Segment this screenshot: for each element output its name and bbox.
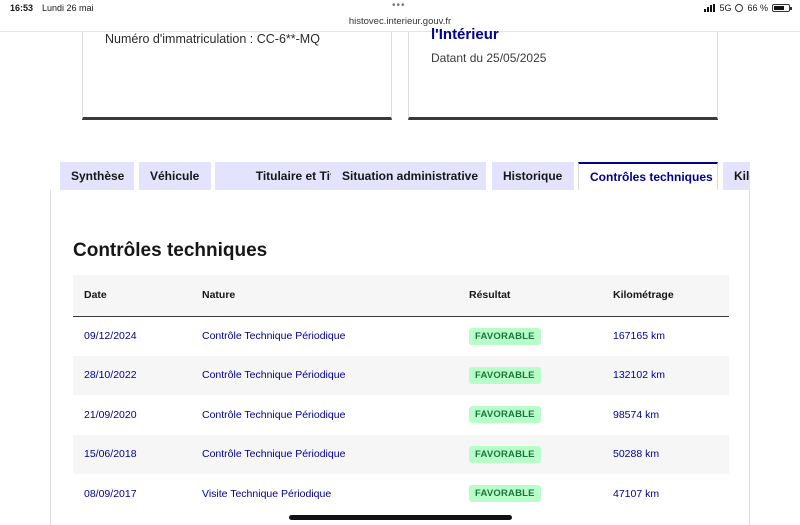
table-row: 28/10/2022 Contrôle Technique Périodique… <box>73 355 729 395</box>
row-mileage: 98574 km <box>613 408 660 421</box>
table-row: 08/09/2017 Visite Technique Périodique F… <box>73 474 729 514</box>
table-row: 15/06/2018 Contrôle Technique Périodique… <box>73 434 729 474</box>
table-header-row: Date Nature Résultat Kilométrage <box>73 275 729 316</box>
header-nature: Nature <box>202 289 236 302</box>
row-nature: Contrôle Technique Périodique <box>202 448 346 461</box>
status-time: 16:53 <box>10 3 34 13</box>
inspections-table: Date Nature Résultat Kilométrage 09/12/2… <box>73 275 729 514</box>
result-badge: FAVORABLE <box>469 366 541 384</box>
row-nature: Contrôle Technique Périodique <box>202 369 346 382</box>
address-bar-url[interactable]: histovec.interieur.gouv.fr <box>0 16 800 27</box>
status-bar: 16:53 Lundi 26 mai ••• histovec.interieu… <box>0 0 800 32</box>
row-date: 08/09/2017 <box>84 487 137 500</box>
row-mileage: 167165 km <box>613 330 665 342</box>
result-badge: FAVORABLE <box>469 445 541 463</box>
result-badge: FAVORABLE <box>469 406 541 424</box>
row-nature: Visite Technique Périodique <box>202 487 332 500</box>
status-indicators: 5G 66 % <box>704 3 792 13</box>
row-date: 15/06/2018 <box>84 448 137 461</box>
more-dots-icon[interactable]: ••• <box>392 0 406 11</box>
page: 16:53 Lundi 26 mai ••• histovec.interieu… <box>0 0 800 525</box>
status-date: Lundi 26 mai <box>42 3 94 13</box>
table-row: 09/12/2024 Contrôle Technique Périodique… <box>73 316 729 356</box>
row-date: 09/12/2024 <box>84 330 137 342</box>
network-label: 5G <box>719 3 732 13</box>
tab-bar: Synthèse Véhicule Titulaire et Titre Sit… <box>60 162 750 191</box>
row-mileage: 132102 km <box>613 369 665 382</box>
tab-panel: Contrôles techniques Date Nature Résulta… <box>50 190 750 525</box>
row-mileage: 50288 km <box>613 448 660 461</box>
header-result: Résultat <box>469 289 511 302</box>
registration-card: Numéro d'immatriculation : CC-6**-MQ <box>82 32 392 120</box>
source-card: l'Intérieur Datant du 25/05/2025 <box>408 26 718 120</box>
tab-historique[interactable]: Historique <box>492 162 574 191</box>
battery-label: 66 % <box>747 3 768 13</box>
row-nature: Contrôle Technique Périodique <box>202 408 346 421</box>
tab-controles-techniques[interactable]: Contrôles techniques <box>578 162 718 191</box>
tab-vehicule[interactable]: Véhicule <box>139 162 211 191</box>
ministry-name: l'Intérieur <box>431 26 499 43</box>
registration-number: Numéro d'immatriculation : CC-6**-MQ <box>105 32 320 46</box>
header-date: Date <box>84 289 107 302</box>
row-date: 28/10/2022 <box>84 369 137 382</box>
battery-icon <box>772 4 792 12</box>
table-row: 21/09/2020 Contrôle Technique Périodique… <box>73 395 729 435</box>
tab-kilometrage[interactable]: Kilo <box>723 162 750 191</box>
result-badge: FAVORABLE <box>469 327 541 345</box>
header-mileage: Kilométrage <box>613 289 674 302</box>
result-badge: FAVORABLE <box>469 485 541 503</box>
row-date: 21/09/2020 <box>84 408 137 421</box>
signal-icon <box>704 4 716 12</box>
section-title: Contrôles techniques <box>73 240 268 261</box>
report-date: Datant du 25/05/2025 <box>431 51 547 65</box>
tab-situation-administrative[interactable]: Situation administrative <box>331 162 486 191</box>
tab-synthese[interactable]: Synthèse <box>60 162 134 191</box>
orientation-lock-icon <box>735 4 744 12</box>
row-mileage: 47107 km <box>613 487 660 500</box>
home-indicator[interactable] <box>289 515 512 520</box>
row-nature: Contrôle Technique Périodique <box>202 330 346 342</box>
